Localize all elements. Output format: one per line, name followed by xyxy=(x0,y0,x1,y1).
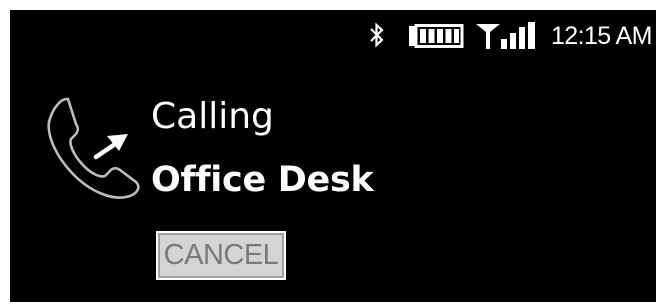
phone-call-screen: 12:15 AM Calling Office Desk CANCEL xyxy=(10,10,656,302)
bluetooth-icon xyxy=(370,22,384,48)
status-bar: 12:15 AM xyxy=(10,10,656,66)
outgoing-call-icon xyxy=(47,97,140,199)
signal-strength-icon xyxy=(476,22,535,49)
call-status-label: Calling xyxy=(151,96,274,137)
contact-name: Office Desk xyxy=(151,160,374,200)
status-time: 12:15 AM xyxy=(551,22,652,50)
battery-icon xyxy=(409,24,464,48)
cancel-button[interactable]: CANCEL xyxy=(156,231,286,280)
cancel-button-label: CANCEL xyxy=(163,239,279,271)
